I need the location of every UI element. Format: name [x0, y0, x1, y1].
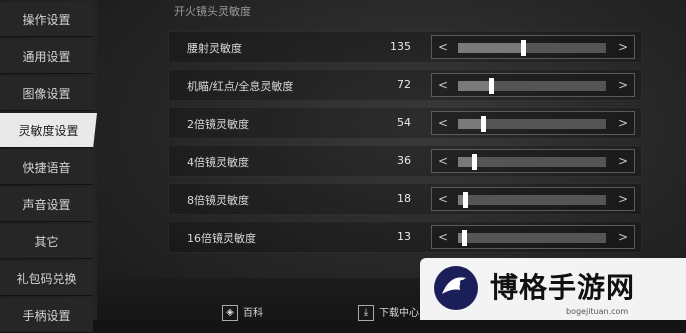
slider-value: 36 [397, 154, 411, 167]
slider-track[interactable] [458, 40, 606, 56]
sidebar-item-label: 礼包码兑换 [16, 271, 77, 286]
slider-track[interactable] [458, 78, 606, 94]
chevron-left-icon[interactable]: < [436, 39, 450, 55]
chevron-right-icon[interactable]: > [616, 115, 630, 131]
sidebar-item-label: 声音设置 [22, 197, 71, 212]
slider-track[interactable] [458, 154, 606, 170]
slider-fill [458, 81, 491, 91]
watermark-title: 博格手游网 [490, 271, 636, 304]
slider-label: 机瞄/红点/全息灵敏度 [187, 80, 294, 93]
wiki-icon[interactable]: ◈ [222, 305, 238, 321]
watermark-url: bogejituan.com [566, 307, 629, 316]
sidebar-item-label: 灵敏度设置 [18, 123, 79, 138]
chevron-left-icon[interactable]: < [436, 153, 450, 169]
slider-track[interactable] [458, 192, 606, 208]
slider-row: 4倍镜灵敏度 36 < > [168, 145, 642, 177]
slider-value: 18 [397, 192, 411, 205]
slider-value: 72 [397, 78, 411, 91]
slider-label: 2倍镜灵敏度 [187, 118, 249, 131]
slider-fill [458, 43, 524, 53]
chevron-right-icon[interactable]: > [616, 39, 630, 55]
slider-value: 135 [390, 40, 411, 53]
slider-row: 8倍镜灵敏度 18 < > [168, 183, 642, 215]
slider-label: 8倍镜灵敏度 [187, 194, 249, 207]
chevron-left-icon[interactable]: < [436, 191, 450, 207]
wiki-link[interactable]: 百科 [243, 304, 263, 319]
slider-track[interactable] [458, 116, 606, 132]
sidebar-item-label: 其它 [34, 234, 59, 249]
slider-row: 机瞄/红点/全息灵敏度 72 < > [168, 69, 642, 101]
settings-sidebar: 操作设置 通用设置 图像设置 灵敏度设置 快捷语音 声音设置 其它 礼包码兑换 … [0, 0, 97, 333]
slider-label: 16倍镜灵敏度 [187, 232, 256, 245]
slider-control[interactable]: < > [431, 35, 635, 59]
slider-thumb[interactable] [488, 78, 494, 94]
sidebar-item-controller[interactable]: 手柄设置 [0, 298, 93, 333]
slider-label: 4倍镜灵敏度 [187, 156, 249, 169]
slider-label: 腰射灵敏度 [187, 42, 242, 55]
slider-fill [458, 119, 484, 129]
slider-row: 16倍镜灵敏度 13 < > [168, 221, 642, 253]
sidebar-item-label: 通用设置 [22, 49, 71, 64]
slider-thumb[interactable] [472, 154, 478, 170]
chevron-left-icon[interactable]: < [436, 229, 450, 245]
sidebar-item-quick-voice[interactable]: 快捷语音 [0, 150, 93, 185]
slider-thumb[interactable] [463, 192, 469, 208]
slider-row: 2倍镜灵敏度 54 < > [168, 107, 642, 139]
sidebar-item-general[interactable]: 通用设置 [0, 39, 93, 74]
download-center-link[interactable]: 下载中心 [379, 304, 419, 319]
chevron-right-icon[interactable]: > [616, 77, 630, 93]
sidebar-item-operation[interactable]: 操作设置 [0, 2, 93, 37]
download-icon[interactable]: ⤓ [358, 305, 374, 321]
slider-thumb[interactable] [461, 230, 467, 246]
slider-control[interactable]: < > [431, 225, 635, 249]
slider-control[interactable]: < > [431, 187, 635, 211]
slider-control[interactable]: < > [431, 73, 635, 97]
slider-thumb[interactable] [481, 116, 487, 132]
chevron-left-icon[interactable]: < [436, 115, 450, 131]
sidebar-item-label: 图像设置 [22, 86, 71, 101]
watermark-logo-icon [434, 266, 478, 310]
sidebar-item-label: 操作设置 [22, 12, 71, 27]
chevron-left-icon[interactable]: < [436, 77, 450, 93]
chevron-right-icon[interactable]: > [616, 229, 630, 245]
sidebar-item-label: 快捷语音 [22, 160, 71, 175]
sidebar-item-graphics[interactable]: 图像设置 [0, 76, 93, 111]
slider-track[interactable] [458, 230, 606, 246]
slider-control[interactable]: < > [431, 149, 635, 173]
sidebar-item-gift-code[interactable]: 礼包码兑换 [0, 261, 93, 296]
sidebar-item-other[interactable]: 其它 [0, 224, 93, 259]
slider-value: 54 [397, 116, 411, 129]
chevron-right-icon[interactable]: > [616, 153, 630, 169]
sidebar-item-sound[interactable]: 声音设置 [0, 187, 93, 222]
slider-row: 腰射灵敏度 135 < > [168, 31, 642, 63]
sidebar-item-sensitivity[interactable]: 灵敏度设置 [0, 113, 97, 148]
chevron-right-icon[interactable]: > [616, 191, 630, 207]
slider-value: 13 [397, 230, 411, 243]
section-title: 开火镜头灵敏度 [174, 5, 251, 18]
slider-control[interactable]: < > [431, 111, 635, 135]
sidebar-item-label: 手柄设置 [22, 308, 71, 323]
slider-thumb[interactable] [521, 40, 527, 56]
